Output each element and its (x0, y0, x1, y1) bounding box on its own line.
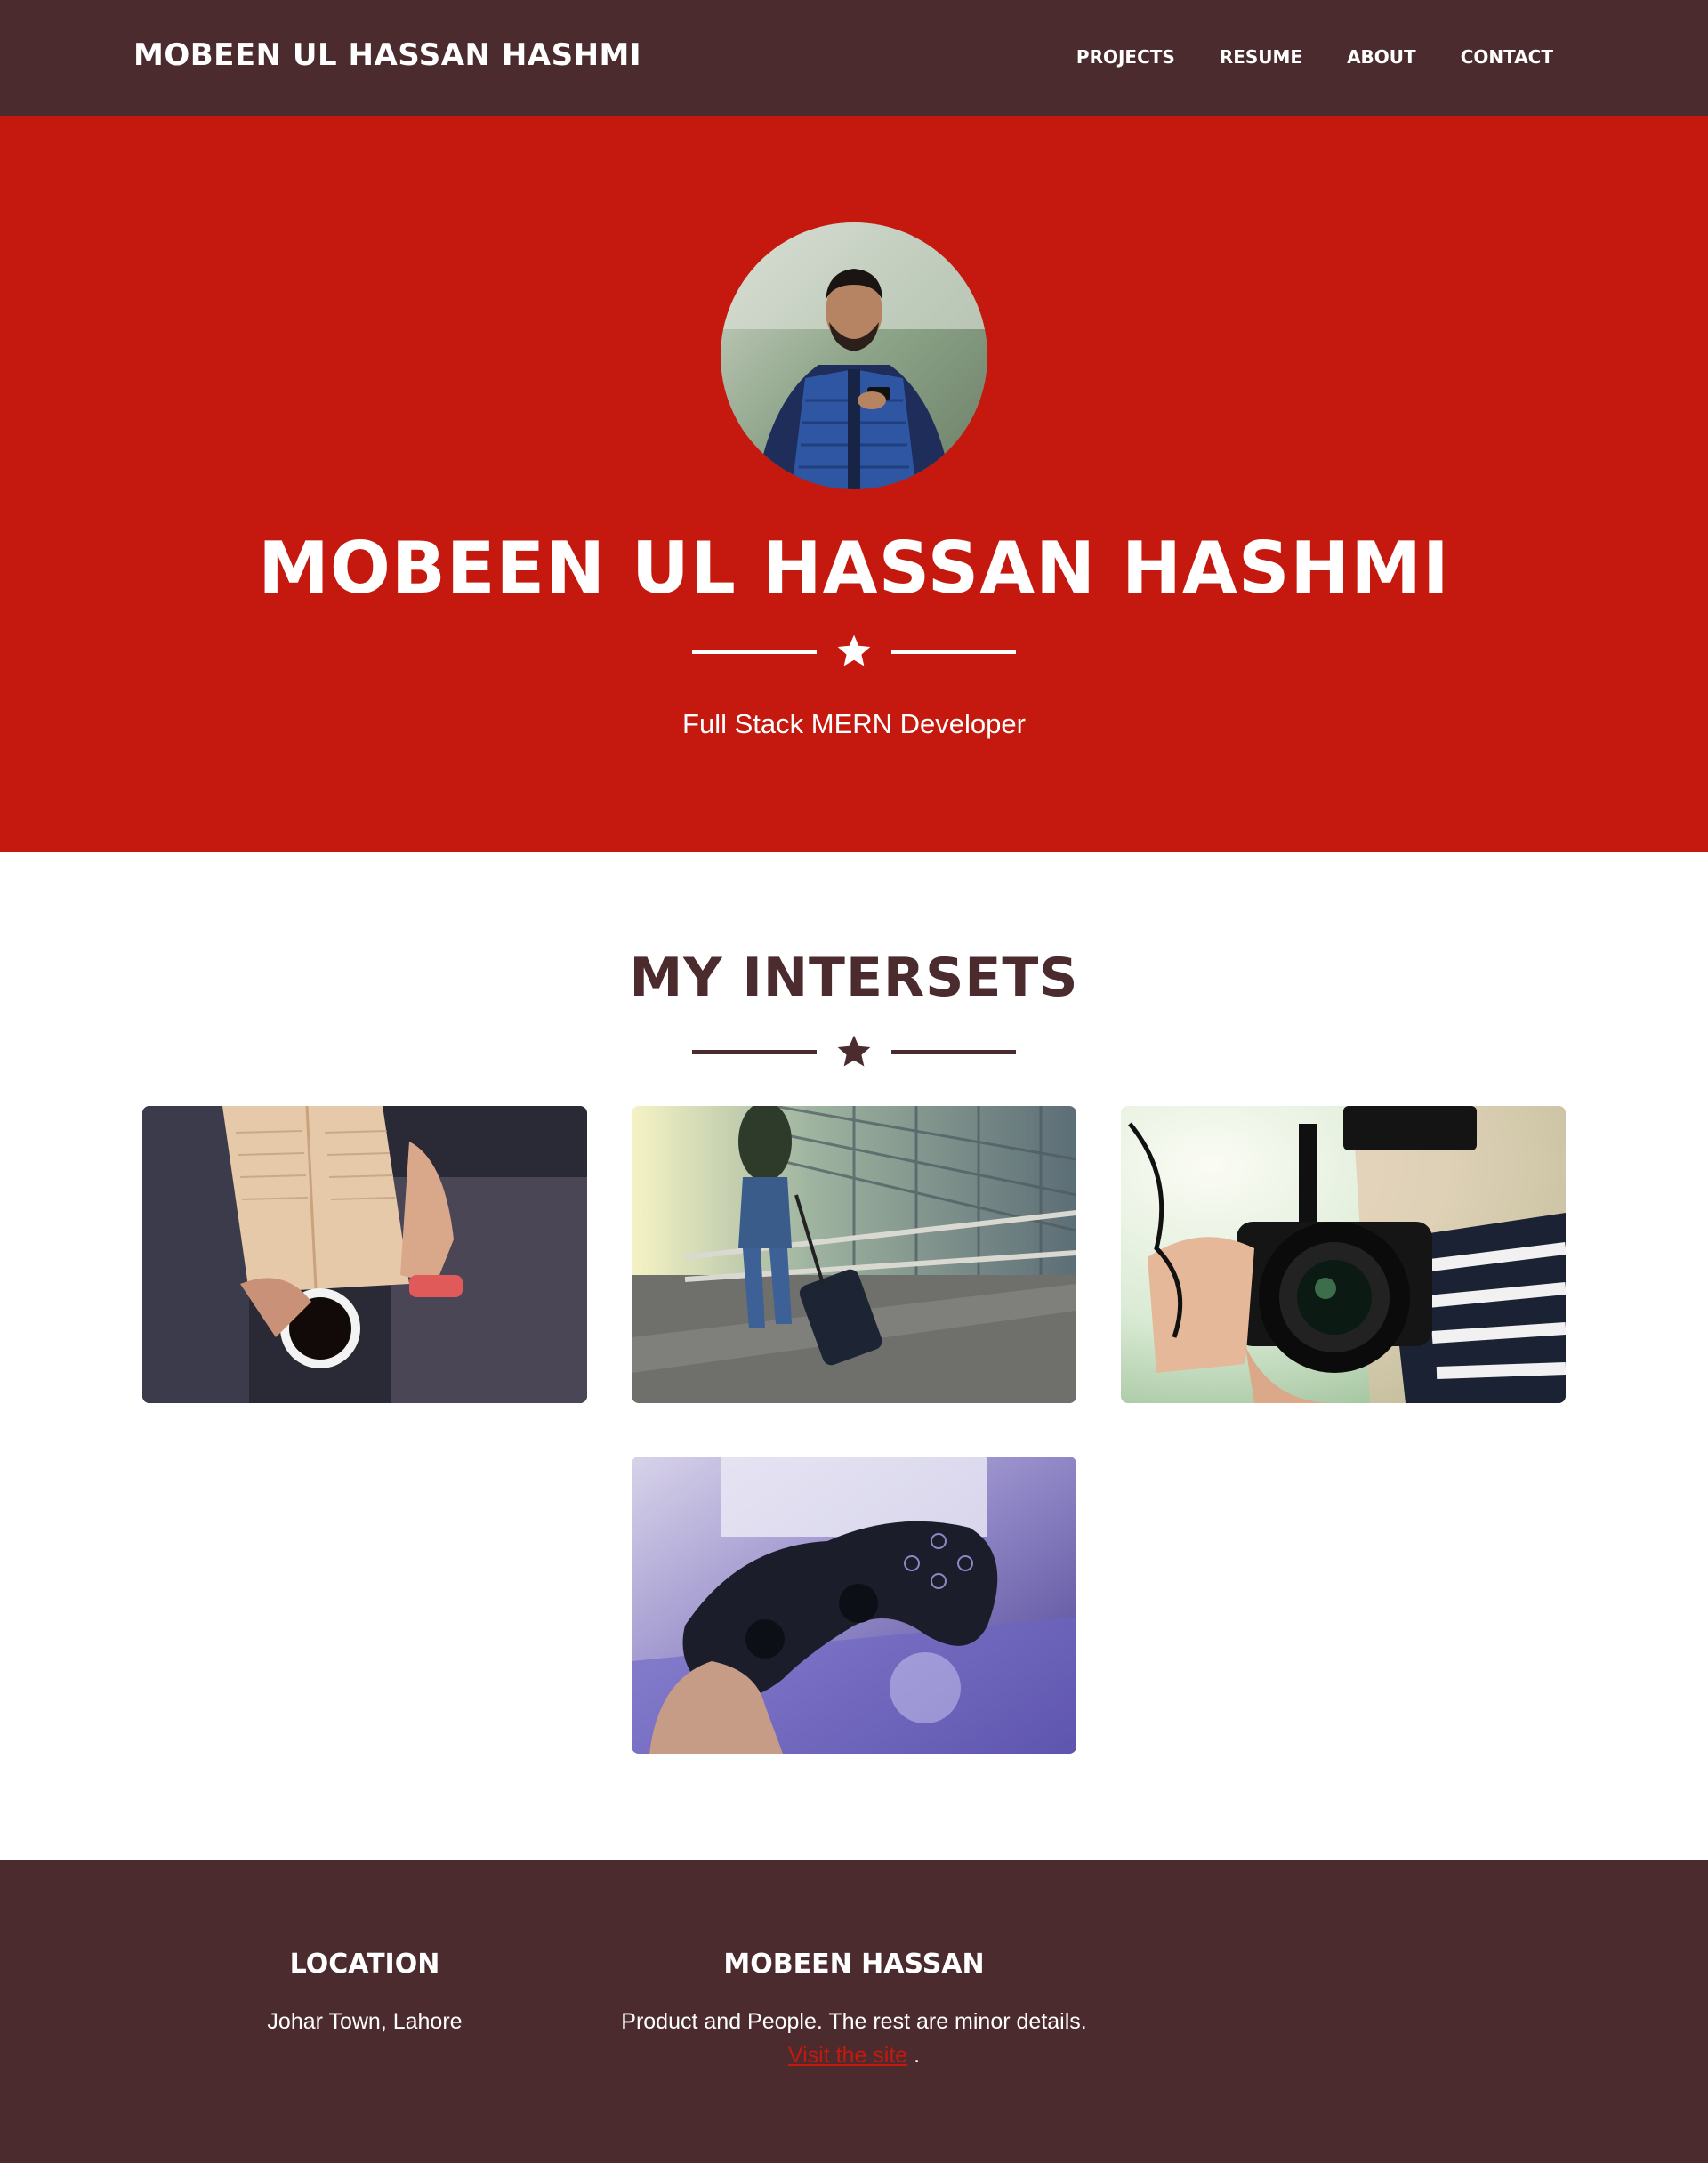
travel-photo-icon (632, 1106, 1076, 1403)
footer-about: MOBEEN HASSAN Product and People. The re… (587, 1949, 1121, 2072)
footer-location: LOCATION Johar Town, Lahore (214, 1949, 516, 2038)
hero-divider (692, 632, 1016, 671)
star-icon (837, 634, 871, 666)
divider-line (891, 1050, 1016, 1054)
visit-site-link[interactable]: Visit the site (788, 2043, 907, 2068)
nav-about-link[interactable]: ABOUT (1347, 46, 1416, 68)
navbar: MOBEEN UL HASSAN HASHMI PROJECTS RESUME … (0, 0, 1708, 116)
hero-title: MOBEEN UL HASSAN HASHMI (258, 527, 1450, 609)
nav-projects-link[interactable]: PROJECTS (1076, 46, 1175, 68)
footer-about-text: Product and People. The rest are minor d… (587, 2005, 1121, 2072)
footer-location-heading: LOCATION (289, 1949, 440, 1980)
interest-tile-gaming[interactable] (632, 1457, 1076, 1754)
interest-tile-reading[interactable] (142, 1106, 587, 1403)
footer-about-heading: MOBEEN HASSAN (723, 1949, 985, 1980)
footer-link-row: Visit the site . (587, 2038, 1121, 2072)
divider-line (692, 650, 817, 654)
nav-links: PROJECTS RESUME ABOUT CONTACT (1076, 46, 1553, 68)
divider-line (891, 650, 1016, 654)
footer: LOCATION Johar Town, Lahore MOBEEN HASSA… (0, 1860, 1708, 2163)
footer-location-text: Johar Town, Lahore (267, 2009, 463, 2034)
hero-subtitle: Full Stack MERN Developer (682, 708, 1026, 739)
footer-about-tagline: Product and People. The rest are minor d… (621, 2009, 1087, 2034)
reading-photo-icon (142, 1106, 587, 1403)
brand-link[interactable]: MOBEEN UL HASSAN HASHMI (133, 37, 641, 73)
camera-photo-icon (1121, 1106, 1566, 1403)
interest-tile-camera[interactable] (1121, 1106, 1566, 1403)
avatar (721, 222, 987, 489)
interests-title: MY INTERSETS (629, 947, 1079, 1009)
interests-divider (692, 1032, 1016, 1071)
gaming-photo-icon (632, 1457, 1076, 1754)
nav-resume-link[interactable]: RESUME (1220, 46, 1302, 68)
star-icon (837, 1035, 871, 1067)
interest-tile-travel[interactable] (632, 1106, 1076, 1403)
footer-link-suffix: . (914, 2043, 921, 2068)
nav-contact-link[interactable]: CONTACT (1461, 46, 1553, 68)
divider-line (692, 1050, 817, 1054)
profile-photo-icon (721, 222, 987, 489)
hero-section: MOBEEN UL HASSAN HASHMI Full Stack MERN … (0, 116, 1708, 852)
